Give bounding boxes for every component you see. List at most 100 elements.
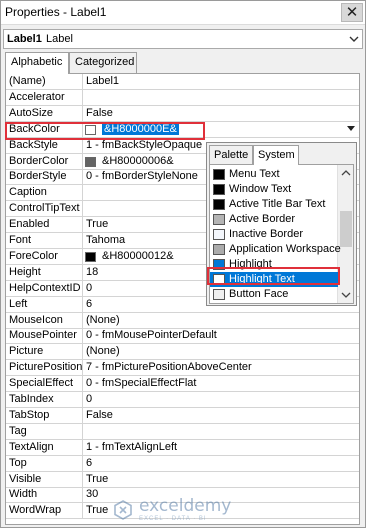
color-list-item[interactable]: Window Text <box>210 182 338 197</box>
property-row[interactable]: TabStop False <box>6 407 359 424</box>
property-value[interactable]: True <box>86 217 108 232</box>
color-list-label: Active Border <box>229 213 296 225</box>
color-list-item[interactable]: Inactive Border <box>210 227 338 242</box>
color-list-item[interactable]: Active Title Bar Text <box>210 197 338 212</box>
property-name: Font <box>6 233 83 248</box>
property-row[interactable]: Accelerator <box>6 89 359 106</box>
backcolor-callout <box>5 122 205 140</box>
property-name: Enabled <box>6 217 83 233</box>
property-value[interactable]: 30 <box>86 487 98 502</box>
property-row[interactable]: Tag <box>6 423 359 440</box>
property-row[interactable]: MouseIcon (None) <box>6 312 359 329</box>
property-name: Caption <box>6 185 83 201</box>
close-button[interactable]: ✕ <box>341 3 363 22</box>
color-swatch <box>213 199 225 210</box>
color-list-label: Inactive Border <box>229 228 303 240</box>
property-name: MouseIcon <box>6 312 83 328</box>
property-value[interactable]: Label1 <box>86 74 119 89</box>
property-value[interactable]: (None) <box>86 344 120 359</box>
color-swatch <box>213 214 225 225</box>
color-list-label: Application Workspace <box>229 243 341 255</box>
scroll-thumb[interactable] <box>340 211 352 247</box>
title-bar: Properties - Label1 ✕ <box>1 1 365 25</box>
property-value[interactable]: 1 - fmTextAlignLeft <box>86 440 177 455</box>
property-name: HelpContextID <box>6 280 83 296</box>
property-value[interactable]: 6 <box>86 456 92 471</box>
color-list-item[interactable]: Active Border <box>210 212 338 227</box>
color-list-item[interactable]: Button Face <box>210 287 338 302</box>
property-name: Top <box>6 455 83 471</box>
property-row[interactable]: SpecialEffect 0 - fmSpecialEffectFlat <box>6 376 359 393</box>
property-name: Accelerator <box>6 89 83 105</box>
color-swatch <box>213 229 225 240</box>
object-name: Label1 <box>7 33 42 45</box>
backcolor-dropdown-button[interactable] <box>344 122 358 137</box>
color-swatch <box>213 289 225 300</box>
color-list-item[interactable]: Menu Text <box>210 167 338 182</box>
property-value[interactable]: (None) <box>86 313 120 328</box>
color-swatch <box>85 156 96 167</box>
color-swatch <box>213 169 225 180</box>
property-value[interactable]: False <box>86 106 113 121</box>
color-swatch <box>213 244 225 255</box>
object-selector[interactable]: Label1 Label <box>3 29 363 49</box>
properties-window: Properties - Label1 ✕ Label1 Label Alpha… <box>0 0 366 528</box>
property-value[interactable]: Tahoma <box>86 233 125 248</box>
property-name: Left <box>6 296 83 312</box>
property-value[interactable]: 0 <box>86 281 92 296</box>
property-row[interactable]: Picture (None) <box>6 344 359 361</box>
property-value[interactable]: 0 - fmBorderStyleNone <box>86 169 198 184</box>
tab-system[interactable]: System <box>253 145 299 165</box>
property-value[interactable]: 6 <box>86 297 92 312</box>
chevron-down-icon <box>349 36 359 42</box>
object-type: Label <box>46 33 73 45</box>
property-value[interactable]: 7 - fmPicturePositionAboveCenter <box>86 360 252 375</box>
color-swatch <box>213 184 225 195</box>
close-icon: ✕ <box>345 4 359 21</box>
tab-categorized[interactable]: Categorized <box>69 52 137 73</box>
color-list-item[interactable]: Application Workspace <box>210 242 341 257</box>
tab-categorized-label: Categorized <box>75 56 135 68</box>
property-value[interactable]: &H80000006& <box>102 154 174 169</box>
property-row[interactable]: Visible True <box>6 471 359 488</box>
color-list-label: Active Title Bar Text <box>229 198 326 210</box>
property-name: TabIndex <box>6 392 83 407</box>
tab-system-label: System <box>258 149 295 161</box>
property-name: ForeColor <box>6 248 83 264</box>
scroll-up-icon[interactable] <box>341 168 351 178</box>
property-name: ControlTipText <box>6 201 83 217</box>
color-swatch <box>85 251 96 262</box>
scroll-down-icon[interactable] <box>341 290 351 300</box>
property-name: SpecialEffect <box>6 376 83 392</box>
property-value[interactable]: True <box>86 503 108 518</box>
tab-palette[interactable]: Palette <box>209 145 253 164</box>
property-row[interactable]: PicturePosition 7 - fmPicturePositionAbov… <box>6 360 359 377</box>
property-row[interactable]: MousePointer 0 - fmMousePointerDefault <box>6 328 359 345</box>
property-name: (Name) <box>6 74 83 89</box>
property-row[interactable]: (Name) Label1 <box>6 74 359 90</box>
property-value[interactable]: 0 - fmSpecialEffectFlat <box>86 376 196 391</box>
property-name: Picture <box>6 344 83 360</box>
property-row[interactable]: Top 6 <box>6 455 359 472</box>
highlight-text-callout <box>207 267 340 285</box>
tab-alphabetic[interactable]: Alphabetic <box>5 52 69 74</box>
exceldemy-logo-icon <box>114 500 132 520</box>
property-value[interactable]: False <box>86 408 113 423</box>
dropdown-arrow-icon <box>347 126 355 132</box>
property-row[interactable]: TextAlign 1 - fmTextAlignLeft <box>6 439 359 456</box>
property-value[interactable]: 18 <box>86 265 98 280</box>
property-value[interactable]: 0 - fmMousePointerDefault <box>86 328 217 343</box>
property-value[interactable]: True <box>86 472 108 487</box>
property-name: Visible <box>6 471 83 487</box>
property-row[interactable]: AutoSize False <box>6 105 359 122</box>
property-row[interactable]: TabIndex 0 <box>6 392 359 408</box>
property-name: MousePointer <box>6 328 83 344</box>
watermark-name: exceldemy <box>139 496 232 516</box>
tab-alphabetic-label: Alphabetic <box>11 56 63 68</box>
property-name: BorderColor <box>6 153 83 169</box>
property-name: WordWrap <box>6 503 83 519</box>
property-value[interactable]: &H80000012& <box>102 249 174 264</box>
property-name: Height <box>6 264 83 280</box>
property-value[interactable]: 0 <box>86 392 92 407</box>
property-name: PicturePosition <box>6 360 83 376</box>
